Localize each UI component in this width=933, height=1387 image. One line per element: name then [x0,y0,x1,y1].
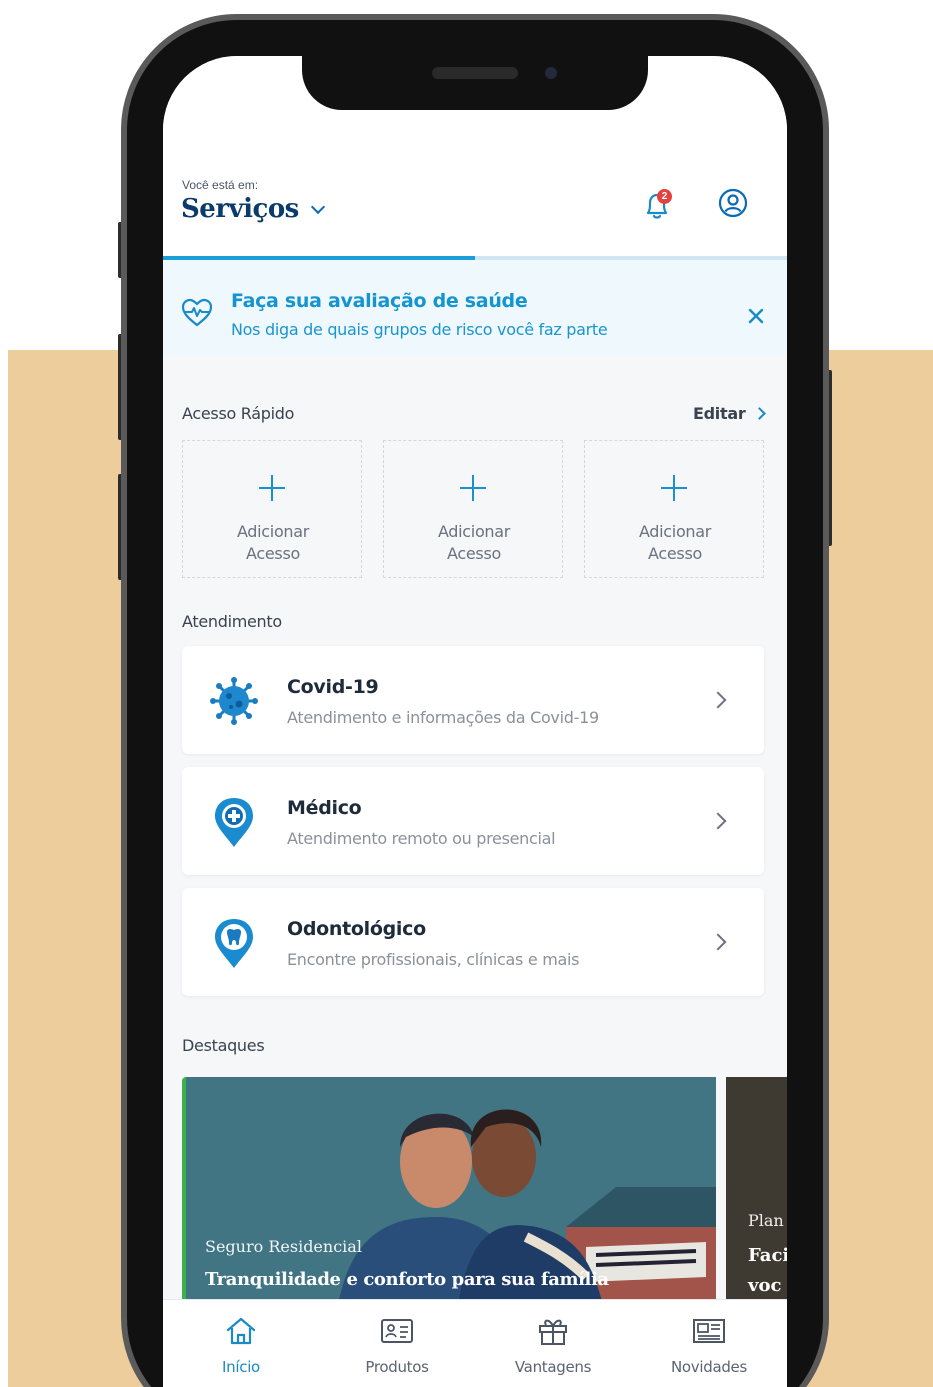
service-heading: Atendimento [182,612,282,631]
gift-icon [539,1319,567,1345]
service-card-subtitle: Encontre profissionais, clínicas e mais [287,950,580,969]
edit-label: Editar [693,404,746,423]
edit-quick-access-link[interactable]: Editar [693,404,767,423]
tab-produtos[interactable]: Produtos [319,1300,475,1387]
tab-inicio[interactable]: Início [163,1300,319,1387]
id-card-icon [381,1319,413,1343]
health-assessment-banner[interactable]: Faça sua avaliação de saúde Nos diga de … [163,260,787,356]
close-icon[interactable] [746,306,766,326]
home-icon [226,1317,256,1345]
add-access-label: Adicionar Acesso [585,521,765,565]
add-access-line1: Adicionar [638,522,712,541]
highlight-card-next[interactable]: Plan Faci voc [726,1077,787,1317]
tab-label: Vantagens [514,1358,592,1376]
quick-access-heading: Acesso Rápido [182,404,295,423]
service-card-subtitle: Atendimento e informações da Covid-19 [287,708,599,727]
add-access-label: Adicionar Acesso [384,521,564,565]
service-card-medico[interactable]: Médico Atendimento remoto ou presencial [182,767,764,875]
app-screen: Você está em: Serviços 2 Faça sua avalia… [163,56,787,1387]
highlight-card-home-insurance[interactable]: Seguro Residencial Tranquilidade e confo… [182,1077,716,1317]
highlight-title-line2: voc [748,1275,782,1296]
section-title: Serviços [181,194,299,224]
add-access-line1: Adicionar [437,522,511,541]
profile-button[interactable] [715,185,751,221]
add-access-tile[interactable]: Adicionar Acesso [383,440,563,578]
location-caption: Você está em: [182,178,259,192]
chevron-down-icon [310,199,325,215]
add-access-tile[interactable]: Adicionar Acesso [584,440,764,578]
virus-icon [210,677,258,725]
newspaper-icon [693,1319,725,1343]
highlight-kicker: Plan [748,1211,784,1230]
notification-badge: 2 [657,189,672,204]
tab-label: Produtos [365,1358,429,1376]
service-card-title: Médico [287,797,362,819]
add-access-tile[interactable]: Adicionar Acesso [182,440,362,578]
user-icon [718,188,748,218]
chevron-right-icon [709,812,727,830]
service-card-odontologico[interactable]: Odontológico Encontre profissionais, clí… [182,888,764,996]
add-access-line2: Acesso [648,544,702,563]
bottom-tab-bar: Início Produtos Vantagens Novidades [163,1299,787,1387]
service-card-covid[interactable]: Covid-19 Atendimento e informações da Co… [182,646,764,754]
highlight-title-line1: Faci [748,1245,787,1266]
service-card-title: Odontológico [287,918,426,940]
tab-label: Início [222,1358,260,1376]
banner-title: Faça sua avaliação de saúde [231,290,528,312]
phone-camera [545,67,557,79]
chevron-right-icon [753,407,767,420]
service-card-subtitle: Atendimento remoto ou presencial [287,829,556,848]
banner-subtitle: Nos diga de quais grupos de risco você f… [231,320,608,339]
highlight-title: Tranquilidade e conforto para sua famíli… [205,1269,609,1290]
chevron-right-icon [709,691,727,709]
tab-label: Novidades [670,1358,748,1376]
add-access-line1: Adicionar [236,522,310,541]
chevron-right-icon [709,933,727,951]
add-access-line2: Acesso [246,544,300,563]
highlights-heading: Destaques [182,1036,265,1055]
heart-pulse-icon [181,298,213,327]
tab-novidades[interactable]: Novidades [631,1300,787,1387]
service-card-title: Covid-19 [287,676,379,698]
notifications-button[interactable]: 2 [639,188,675,224]
plus-icon [259,475,285,501]
tab-vantagens[interactable]: Vantagens [475,1300,631,1387]
plus-icon [661,475,687,501]
phone-notch [302,50,648,110]
add-access-line2: Acesso [447,544,501,563]
highlight-kicker: Seguro Residencial [205,1237,362,1256]
highlight-title: Faci voc [748,1241,787,1301]
plus-icon [460,475,486,501]
tooth-pin-icon [215,919,253,968]
phone-speaker [432,67,518,79]
section-selector[interactable]: Serviços [181,194,325,224]
medical-pin-icon [215,798,253,847]
add-access-label: Adicionar Acesso [183,521,363,565]
